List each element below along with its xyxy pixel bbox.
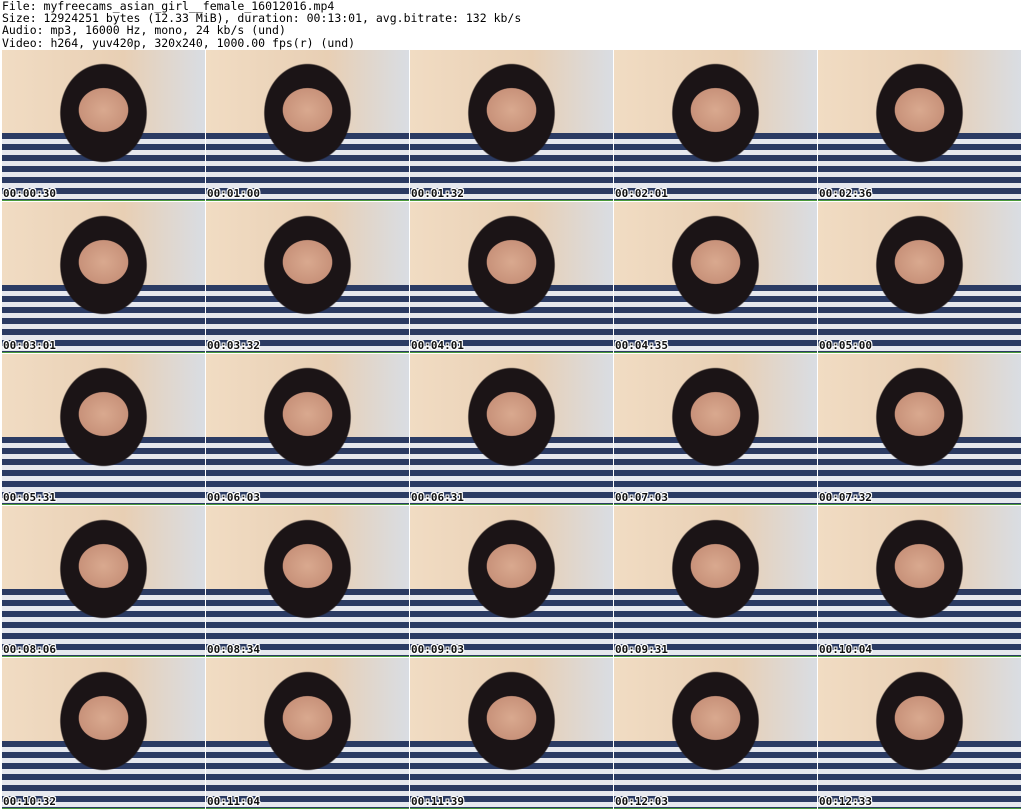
video-thumbnail: 00:02:36 — [818, 50, 1021, 201]
video-thumbnail: 00:05:00 — [818, 202, 1021, 353]
video-thumbnail: 00:12:33 — [818, 658, 1021, 809]
thumbnail-timestamp: 00:10:04 — [819, 643, 872, 656]
video-info-line: Video: h264, yuv420p, 320x240, 1000.00 f… — [2, 35, 356, 50]
video-thumbnail: 00:10:32 — [2, 658, 205, 809]
video-thumbnail: 00:02:01 — [614, 50, 817, 201]
video-thumbnail: 00:04:01 — [410, 202, 613, 353]
thumbnail-timestamp: 00:11:04 — [207, 795, 260, 808]
thumbnail-timestamp: 00:09:03 — [411, 643, 464, 656]
video-thumbnail: 00:11:04 — [206, 658, 409, 809]
thumbnail-timestamp: 00:10:32 — [3, 795, 56, 808]
video-thumbnail: 00:03:32 — [206, 202, 409, 353]
thumbnail-timestamp: 00:12:03 — [615, 795, 668, 808]
thumbnail-timestamp: 00:05:31 — [3, 491, 56, 504]
thumbnail-timestamp: 00:03:32 — [207, 339, 260, 352]
thumbnail-timestamp: 00:06:31 — [411, 491, 464, 504]
thumbnail-timestamp: 00:00:30 — [3, 187, 56, 200]
thumbnail-grid: 00:00:30 00:01:00 00:01:32 00:02:01 00:02:36… — [2, 50, 1022, 809]
video-thumbnail: 00:08:06 — [2, 506, 205, 657]
video-thumbnail: 00:06:31 — [410, 354, 613, 505]
thumbnail-timestamp: 00:01:00 — [207, 187, 260, 200]
audio-info-line: Audio: mp3, 16000 Hz, mono, 24 kb/s (und… — [2, 23, 286, 38]
video-thumbnail: 00:09:03 — [410, 506, 613, 657]
file-info-header: File: myfreecams_asian_girl__female_1601… — [2, 0, 1022, 49]
video-thumbnail: 00:07:03 — [614, 354, 817, 505]
thumbnail-timestamp: 00:07:32 — [819, 491, 872, 504]
video-thumbnail: 00:12:03 — [614, 658, 817, 809]
thumbnail-timestamp: 00:09:31 — [615, 643, 668, 656]
video-thumbnail: 00:07:32 — [818, 354, 1021, 505]
thumbnail-timestamp: 00:03:01 — [3, 339, 56, 352]
video-thumbnail: 00:04:35 — [614, 202, 817, 353]
thumbnail-timestamp: 00:04:35 — [615, 339, 668, 352]
video-thumbnail: 00:09:31 — [614, 506, 817, 657]
thumbnail-timestamp: 00:02:36 — [819, 187, 872, 200]
thumbnail-timestamp: 00:08:34 — [207, 643, 260, 656]
video-thumbnail: 00:00:30 — [2, 50, 205, 201]
video-thumbnail: 00:03:01 — [2, 202, 205, 353]
thumbnail-timestamp: 00:06:03 — [207, 491, 260, 504]
thumbnail-timestamp: 00:12:33 — [819, 795, 872, 808]
thumbnail-timestamp: 00:05:00 — [819, 339, 872, 352]
thumbnail-timestamp: 00:02:01 — [615, 187, 668, 200]
thumbnail-timestamp: 00:07:03 — [615, 491, 668, 504]
thumbnail-timestamp: 00:01:32 — [411, 187, 464, 200]
video-thumbnail: 00:10:04 — [818, 506, 1021, 657]
video-thumbnail: 00:05:31 — [2, 354, 205, 505]
thumbnail-timestamp: 00:04:01 — [411, 339, 464, 352]
thumbnail-timestamp: 00:08:06 — [3, 643, 56, 656]
video-thumbnail: 00:01:00 — [206, 50, 409, 201]
video-thumbnail: 00:08:34 — [206, 506, 409, 657]
video-thumbnail: 00:11:39 — [410, 658, 613, 809]
video-thumbnail: 00:06:03 — [206, 354, 409, 505]
video-thumbnail: 00:01:32 — [410, 50, 613, 201]
thumbnail-timestamp: 00:11:39 — [411, 795, 464, 808]
